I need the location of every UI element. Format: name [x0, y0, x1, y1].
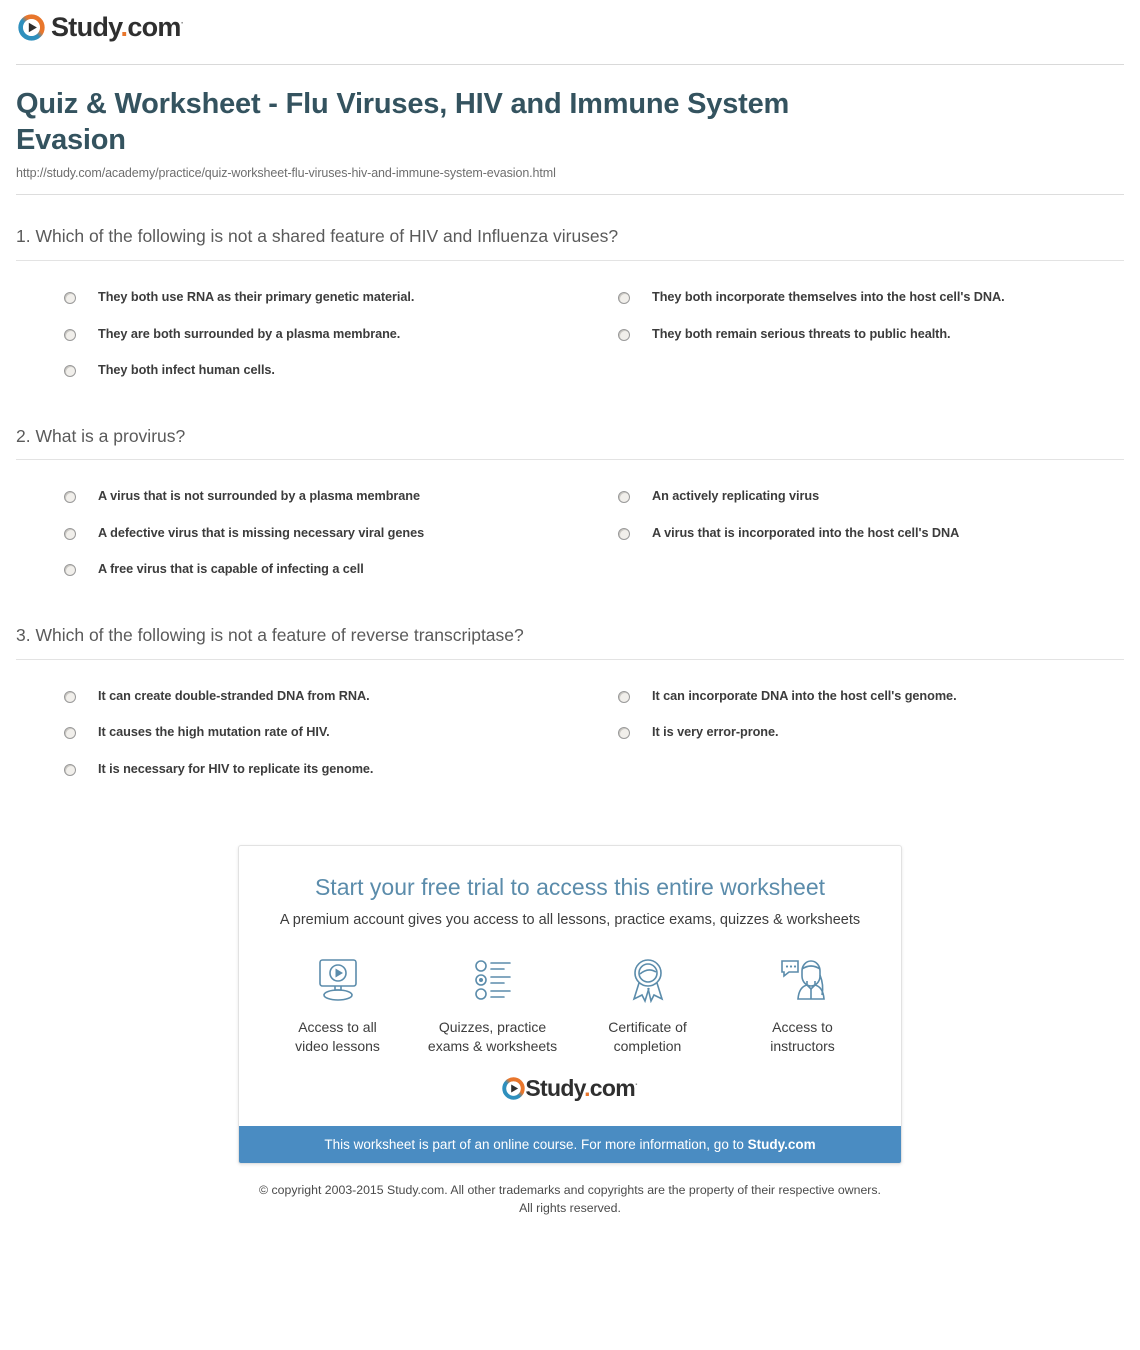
- option-row[interactable]: They both infect human cells.: [16, 352, 570, 389]
- brand-name-tld: com: [589, 1075, 636, 1102]
- radio-button-icon[interactable]: [64, 727, 76, 740]
- title-divider: [16, 194, 1124, 196]
- copyright-line-1: © copyright 2003-2015 Study.com. All oth…: [259, 1183, 881, 1198]
- feature-label: Access to instructors: [770, 1018, 835, 1054]
- option-label: It can create double-stranded DNA from R…: [98, 688, 370, 703]
- option-label: A free virus that is capable of infectin…: [98, 562, 364, 577]
- brand-name-main: Study: [51, 12, 121, 42]
- radio-button-icon[interactable]: [64, 328, 76, 341]
- instructor-chat-icon: [725, 952, 880, 1008]
- banner-text: This worksheet is part of an online cour…: [324, 1137, 748, 1153]
- radio-button-icon[interactable]: [64, 292, 76, 305]
- option-row[interactable]: A virus that is not surrounded by a plas…: [16, 478, 570, 515]
- option-label: It is very error-prone.: [652, 725, 779, 740]
- option-label: They both incorporate themselves into th…: [652, 290, 1005, 305]
- option-label: It causes the high mutation rate of HIV.: [98, 725, 330, 740]
- feature-item: Quizzes, practice exams & worksheets: [415, 952, 570, 1056]
- options-group: It can create double-stranded DNA from R…: [16, 660, 1124, 788]
- question-text: 3. Which of the following is not a featu…: [16, 624, 524, 645]
- feature-item: Certificate of completion: [570, 952, 725, 1056]
- feature-item: Access to instructors: [725, 952, 880, 1056]
- option-row[interactable]: It can incorporate DNA into the host cel…: [570, 678, 1124, 715]
- quiz-list-icon: [415, 952, 570, 1008]
- site-header: Study.com·: [0, 0, 1140, 58]
- feature-label: Certificate of completion: [608, 1018, 687, 1054]
- title-block: Quiz & Worksheet - Flu Viruses, HIV and …: [0, 65, 1140, 180]
- radio-button-icon[interactable]: [618, 527, 630, 540]
- option-row[interactable]: A defective virus that is missing necess…: [16, 515, 570, 552]
- page-url: http://study.com/academy/practice/quiz-w…: [16, 166, 556, 181]
- radio-button-icon[interactable]: [64, 365, 76, 378]
- radio-button-icon[interactable]: [618, 727, 630, 740]
- radio-button-icon[interactable]: [64, 527, 76, 540]
- promo-title: Start your free trial to access this ent…: [314, 874, 826, 901]
- brand-wordmark: Study.com·: [525, 1075, 638, 1102]
- promo-features: Access to all video lessons Quizzes, pra…: [259, 952, 881, 1056]
- radio-button-icon[interactable]: [618, 292, 630, 305]
- options-group: They both use RNA as their primary genet…: [16, 261, 1124, 389]
- radio-button-icon[interactable]: [618, 491, 630, 504]
- feature-label: Quizzes, practice exams & worksheets: [427, 1018, 558, 1054]
- award-ribbon-icon: [570, 952, 725, 1008]
- option-row[interactable]: They both incorporate themselves into th…: [570, 279, 1124, 316]
- option-label: It can incorporate DNA into the host cel…: [652, 688, 957, 703]
- promo-card-wrapper: Start your free trial to access this ent…: [0, 845, 1140, 1165]
- option-row[interactable]: It can create double-stranded DNA from R…: [16, 678, 570, 715]
- option-label: They both remain serious threats to publ…: [652, 326, 951, 341]
- option-label: An actively replicating virus: [652, 489, 820, 504]
- radio-button-icon[interactable]: [64, 564, 76, 577]
- option-label: A virus that is not surrounded by a plas…: [98, 489, 420, 504]
- option-row[interactable]: They are both surrounded by a plasma mem…: [16, 316, 570, 353]
- radio-button-icon[interactable]: [64, 763, 76, 776]
- radio-button-icon[interactable]: [618, 328, 630, 341]
- option-row[interactable]: They both use RNA as their primary genet…: [16, 279, 570, 316]
- option-label: They are both surrounded by a plasma mem…: [98, 326, 401, 341]
- question-text: 1. Which of the following is not a share…: [16, 226, 619, 247]
- page-title: Quiz & Worksheet - Flu Viruses, HIV and …: [16, 88, 790, 156]
- feature-item: Access to all video lessons: [260, 952, 415, 1056]
- online-course-banner[interactable]: This worksheet is part of an online cour…: [239, 1126, 901, 1164]
- radio-button-icon[interactable]: [64, 491, 76, 504]
- question-block: 1. Which of the following is not a share…: [16, 225, 1124, 388]
- promo-subtitle: A premium account gives you access to al…: [279, 911, 861, 928]
- feature-label: Access to all video lessons: [295, 1018, 380, 1054]
- brand-name-main: Study: [525, 1075, 585, 1102]
- option-label: It is necessary for HIV to replicate its…: [98, 761, 374, 776]
- monitor-play-icon: [260, 952, 415, 1008]
- radio-button-icon[interactable]: [64, 690, 76, 703]
- brand-wordmark: Study.com·: [51, 12, 184, 42]
- trademark-mark: ·: [180, 18, 184, 29]
- trademark-mark: ·: [634, 1079, 638, 1091]
- copyright-line-2: All rights reserved.: [519, 1201, 621, 1216]
- option-row[interactable]: It causes the high mutation rate of HIV.: [16, 714, 570, 751]
- promo-study-com-logo[interactable]: Study.com·: [259, 1075, 881, 1102]
- study-com-logo[interactable]: Study.com·: [18, 12, 184, 42]
- options-group: A virus that is not surrounded by a plas…: [16, 460, 1124, 588]
- brand-name-tld: com: [127, 12, 181, 42]
- radio-button-icon[interactable]: [618, 690, 630, 703]
- option-row[interactable]: It is necessary for HIV to replicate its…: [16, 751, 570, 788]
- option-row[interactable]: An actively replicating virus: [570, 478, 1124, 515]
- option-row[interactable]: A virus that is incorporated into the ho…: [570, 515, 1124, 552]
- question-block: 3. Which of the following is not a featu…: [16, 624, 1124, 787]
- option-label: They both infect human cells.: [98, 363, 275, 378]
- option-row[interactable]: A free virus that is capable of infectin…: [16, 551, 570, 588]
- promo-content: Start your free trial to access this ent…: [239, 846, 901, 1126]
- play-circle-icon: [18, 14, 45, 41]
- option-row[interactable]: It is very error-prone.: [570, 714, 1124, 751]
- questions-list: 1. Which of the following is not a share…: [0, 225, 1140, 787]
- option-label: A virus that is incorporated into the ho…: [652, 525, 960, 540]
- option-label: They both use RNA as their primary genet…: [98, 290, 415, 305]
- question-block: 2. What is a provirus? A virus that is n…: [16, 425, 1124, 588]
- option-label: A defective virus that is missing necess…: [98, 525, 425, 540]
- question-text: 2. What is a provirus?: [16, 425, 186, 446]
- banner-link[interactable]: Study.com: [748, 1137, 816, 1152]
- free-trial-promo-card: Start your free trial to access this ent…: [238, 845, 902, 1165]
- copyright-footer: © copyright 2003-2015 Study.com. All oth…: [0, 1182, 1140, 1218]
- option-row[interactable]: They both remain serious threats to publ…: [570, 316, 1124, 353]
- play-circle-icon: [502, 1077, 526, 1101]
